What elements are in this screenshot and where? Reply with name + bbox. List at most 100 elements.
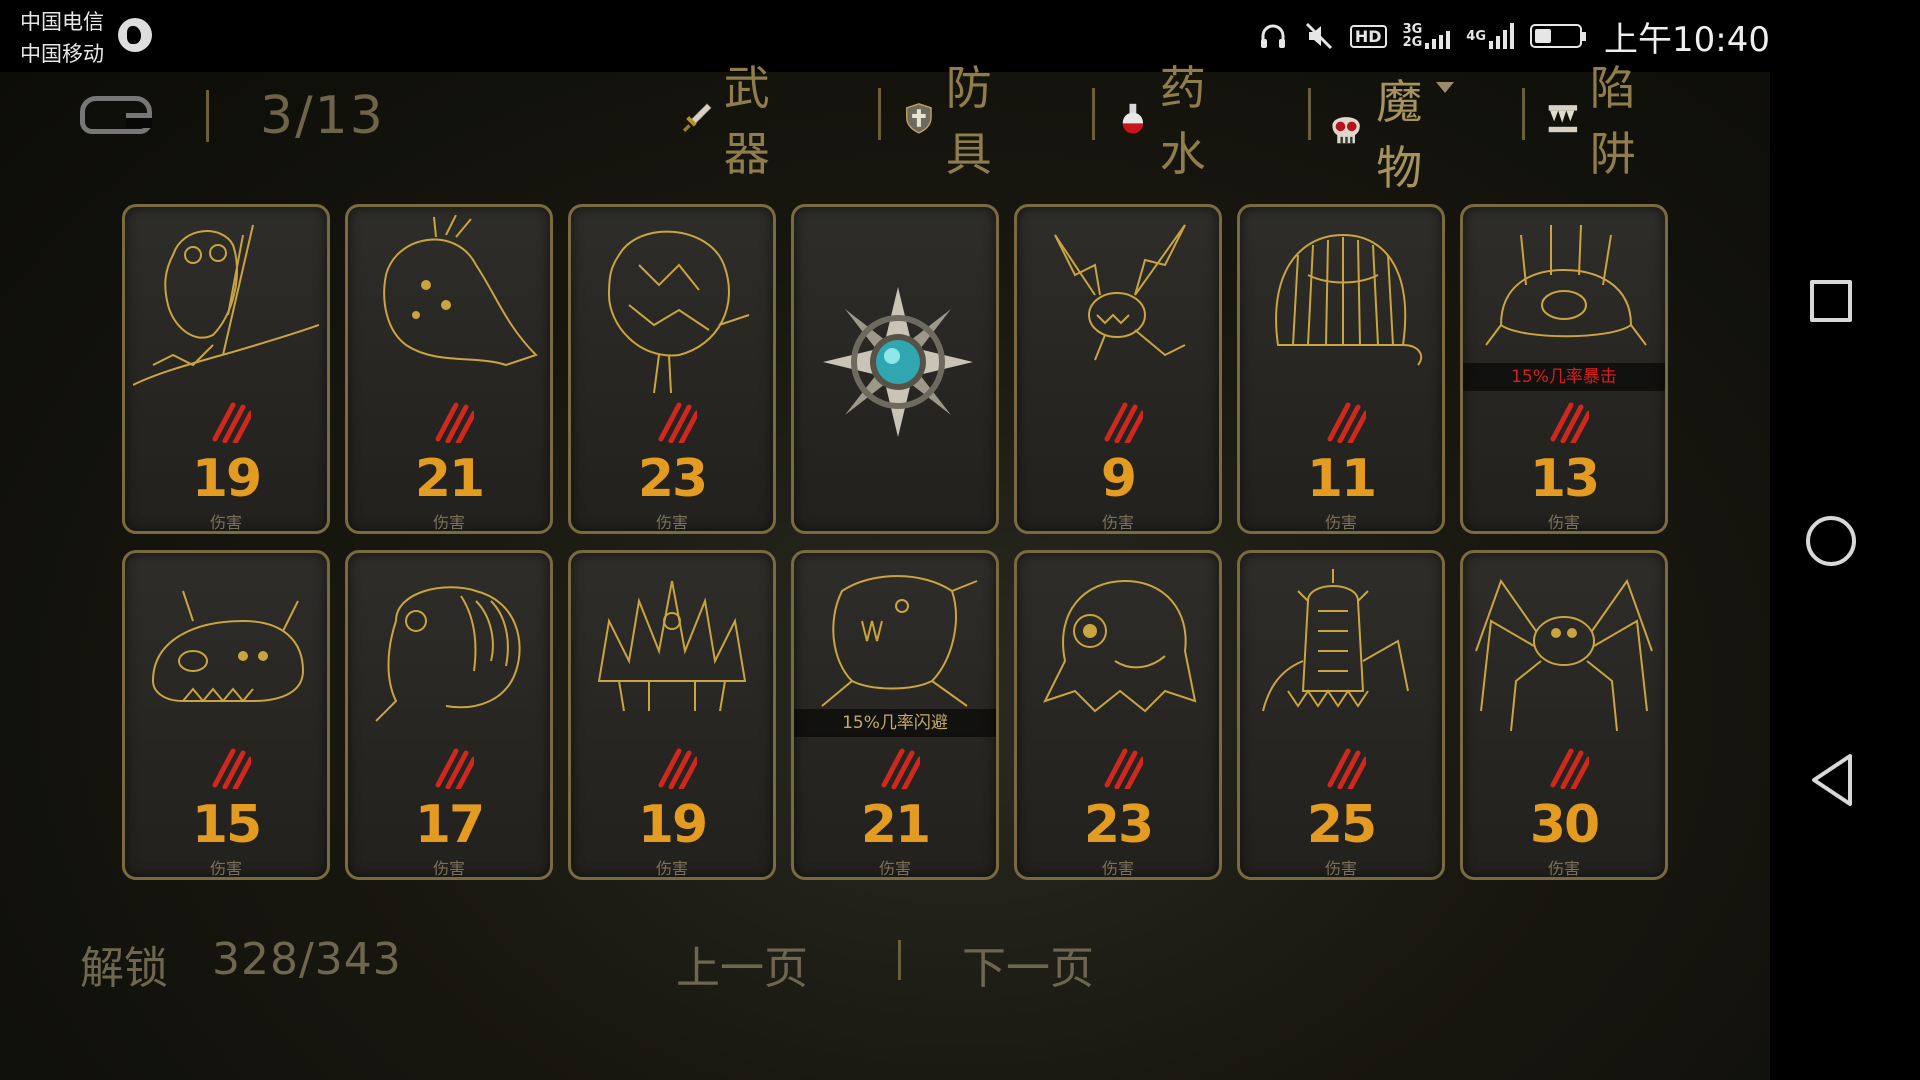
tab-traps[interactable]: 陷阱 xyxy=(1546,61,1652,181)
net-label-2g: 2G xyxy=(1402,35,1423,50)
larva-illustration xyxy=(375,586,521,722)
tab-armor[interactable]: 防具 xyxy=(902,61,1008,181)
claw-damage-icon xyxy=(1104,748,1143,789)
android-nav-bar xyxy=(1770,72,1920,1080)
bat-dragon-illustration xyxy=(1054,224,1186,361)
damage-label: 伤害 xyxy=(655,513,688,532)
damage-label: 伤害 xyxy=(1101,513,1134,532)
damage-value: 30 xyxy=(1529,795,1600,855)
claw-damage-icon xyxy=(1550,748,1589,789)
damage-value: 19 xyxy=(191,449,262,509)
monster-card-giant-spider[interactable]: 30 伤害 xyxy=(1460,550,1668,880)
back-nav-button[interactable] xyxy=(1808,752,1856,808)
carrier-1: 中国电信 xyxy=(20,10,104,34)
claw-damage-icon xyxy=(1327,748,1366,789)
horned-beetle-illustration xyxy=(151,590,305,703)
damage-value: 17 xyxy=(414,795,485,855)
damage-label: 伤害 xyxy=(1547,513,1580,532)
monster-card-bat-dragon[interactable]: 9 伤害 xyxy=(1014,204,1222,534)
damage-label: 伤害 xyxy=(1324,859,1357,878)
trait-badge: 15%几率暴击 xyxy=(1463,363,1665,391)
damage-value: 25 xyxy=(1306,795,1377,855)
feathered-beast-illustration xyxy=(607,230,750,394)
tab-separator xyxy=(1092,88,1095,140)
monster-card-feathered-beast[interactable]: 23 伤害 xyxy=(568,204,776,534)
claw-damage-icon xyxy=(1550,402,1589,443)
crystal-crown-illustration xyxy=(597,580,747,712)
damage-label: 伤害 xyxy=(432,859,465,878)
damage-label: 伤害 xyxy=(1101,859,1134,878)
claw-damage-icon xyxy=(435,402,474,443)
battery-icon xyxy=(1530,24,1587,48)
recent-apps-button[interactable] xyxy=(1810,280,1852,322)
status-icons: HD 3G 2G 4G 上午10:40 xyxy=(1258,14,1770,60)
claw-damage-icon xyxy=(658,748,697,789)
monster-card-hairy-blob[interactable]: 11 伤害 xyxy=(1237,204,1445,534)
sword-icon xyxy=(682,103,712,133)
damage-label: 伤害 xyxy=(209,859,242,878)
claw-damage-icon xyxy=(212,402,251,443)
shield-icon xyxy=(906,103,932,134)
damage-label: 伤害 xyxy=(1324,513,1357,532)
spiked-cactus-illustration xyxy=(1262,569,1409,712)
locked-card[interactable] xyxy=(791,204,999,534)
damage-label: 伤害 xyxy=(209,513,242,532)
monster-card-horned-beetle[interactable]: 15 伤害 xyxy=(122,550,330,880)
tab-potions[interactable]: 药水 xyxy=(1116,61,1222,181)
damage-label: 伤害 xyxy=(878,859,911,878)
claw-damage-icon xyxy=(212,748,251,789)
trait-badge: 15%几率闪避 xyxy=(794,709,996,737)
claw-damage-icon xyxy=(1327,402,1366,443)
tab-label: 魔物 xyxy=(1376,75,1423,195)
spotted-bird-illustration xyxy=(383,215,538,367)
claw-damage-icon xyxy=(881,748,920,789)
page-indicator: 3/13 xyxy=(260,86,385,146)
claw-damage-icon xyxy=(658,402,697,443)
damage-label: 伤害 xyxy=(432,513,465,532)
monster-card-owl[interactable]: 19 伤害 xyxy=(122,204,330,534)
damage-value: 23 xyxy=(637,449,708,509)
damage-value: 9 xyxy=(1100,449,1137,509)
damage-value: 23 xyxy=(1083,795,1154,855)
home-button[interactable] xyxy=(1806,516,1856,566)
tab-separator xyxy=(1308,88,1311,140)
hd-badge: HD xyxy=(1349,24,1387,48)
monster-card-horned-crab[interactable]: 15%几率暴击 13 伤害 xyxy=(1460,204,1668,534)
tab-monsters[interactable]: 魔物 xyxy=(1326,75,1440,195)
tab-label: 药水 xyxy=(1159,61,1206,181)
net-label-4g: 4G xyxy=(1466,28,1487,44)
tab-separator xyxy=(1522,88,1525,140)
prev-page-button[interactable]: 上一页 xyxy=(676,932,808,996)
network-4g: 4G xyxy=(1466,23,1515,49)
tab-label: 陷阱 xyxy=(1589,61,1636,181)
damage-label: 伤害 xyxy=(655,859,688,878)
damage-value: 21 xyxy=(414,449,485,509)
carrier-2: 中国移动 xyxy=(20,42,104,66)
hairy-blob-illustration xyxy=(1275,233,1423,366)
damage-value: 13 xyxy=(1529,449,1600,509)
monster-card-one-eyed-ghost[interactable]: 23 伤害 xyxy=(1014,550,1222,880)
tab-label: 武器 xyxy=(723,61,770,181)
unlock-label: 解锁 xyxy=(80,943,168,994)
header-divider xyxy=(206,90,209,142)
monster-card-spiked-cactus[interactable]: 25 伤害 xyxy=(1237,550,1445,880)
next-page-button[interactable]: 下一页 xyxy=(962,932,1094,996)
monster-card-larva[interactable]: 17 伤害 xyxy=(345,550,553,880)
claw-damage-icon xyxy=(1104,402,1143,443)
network-2g3g: 3G 2G xyxy=(1403,23,1451,49)
claw-damage-icon xyxy=(435,748,474,789)
monster-card-spotted-bird[interactable]: 21 伤害 xyxy=(345,204,553,534)
damage-value: 21 xyxy=(860,795,931,855)
damage-value: 19 xyxy=(637,795,708,855)
signal-bars-1 xyxy=(1425,23,1451,49)
monster-card-frog-demon[interactable]: 15%几率闪避 21 伤害 xyxy=(791,550,999,880)
monster-card-crystal-crown[interactable]: 19 伤害 xyxy=(568,550,776,880)
back-button[interactable] xyxy=(80,96,152,134)
tab-label: 防具 xyxy=(945,61,992,181)
pager-divider xyxy=(898,940,901,980)
potion-icon xyxy=(1122,103,1144,134)
tab-weapons[interactable]: 武器 xyxy=(680,61,786,181)
damage-label: 伤害 xyxy=(1547,859,1580,878)
damage-value: 11 xyxy=(1306,449,1377,509)
headphones-icon xyxy=(1260,24,1285,48)
